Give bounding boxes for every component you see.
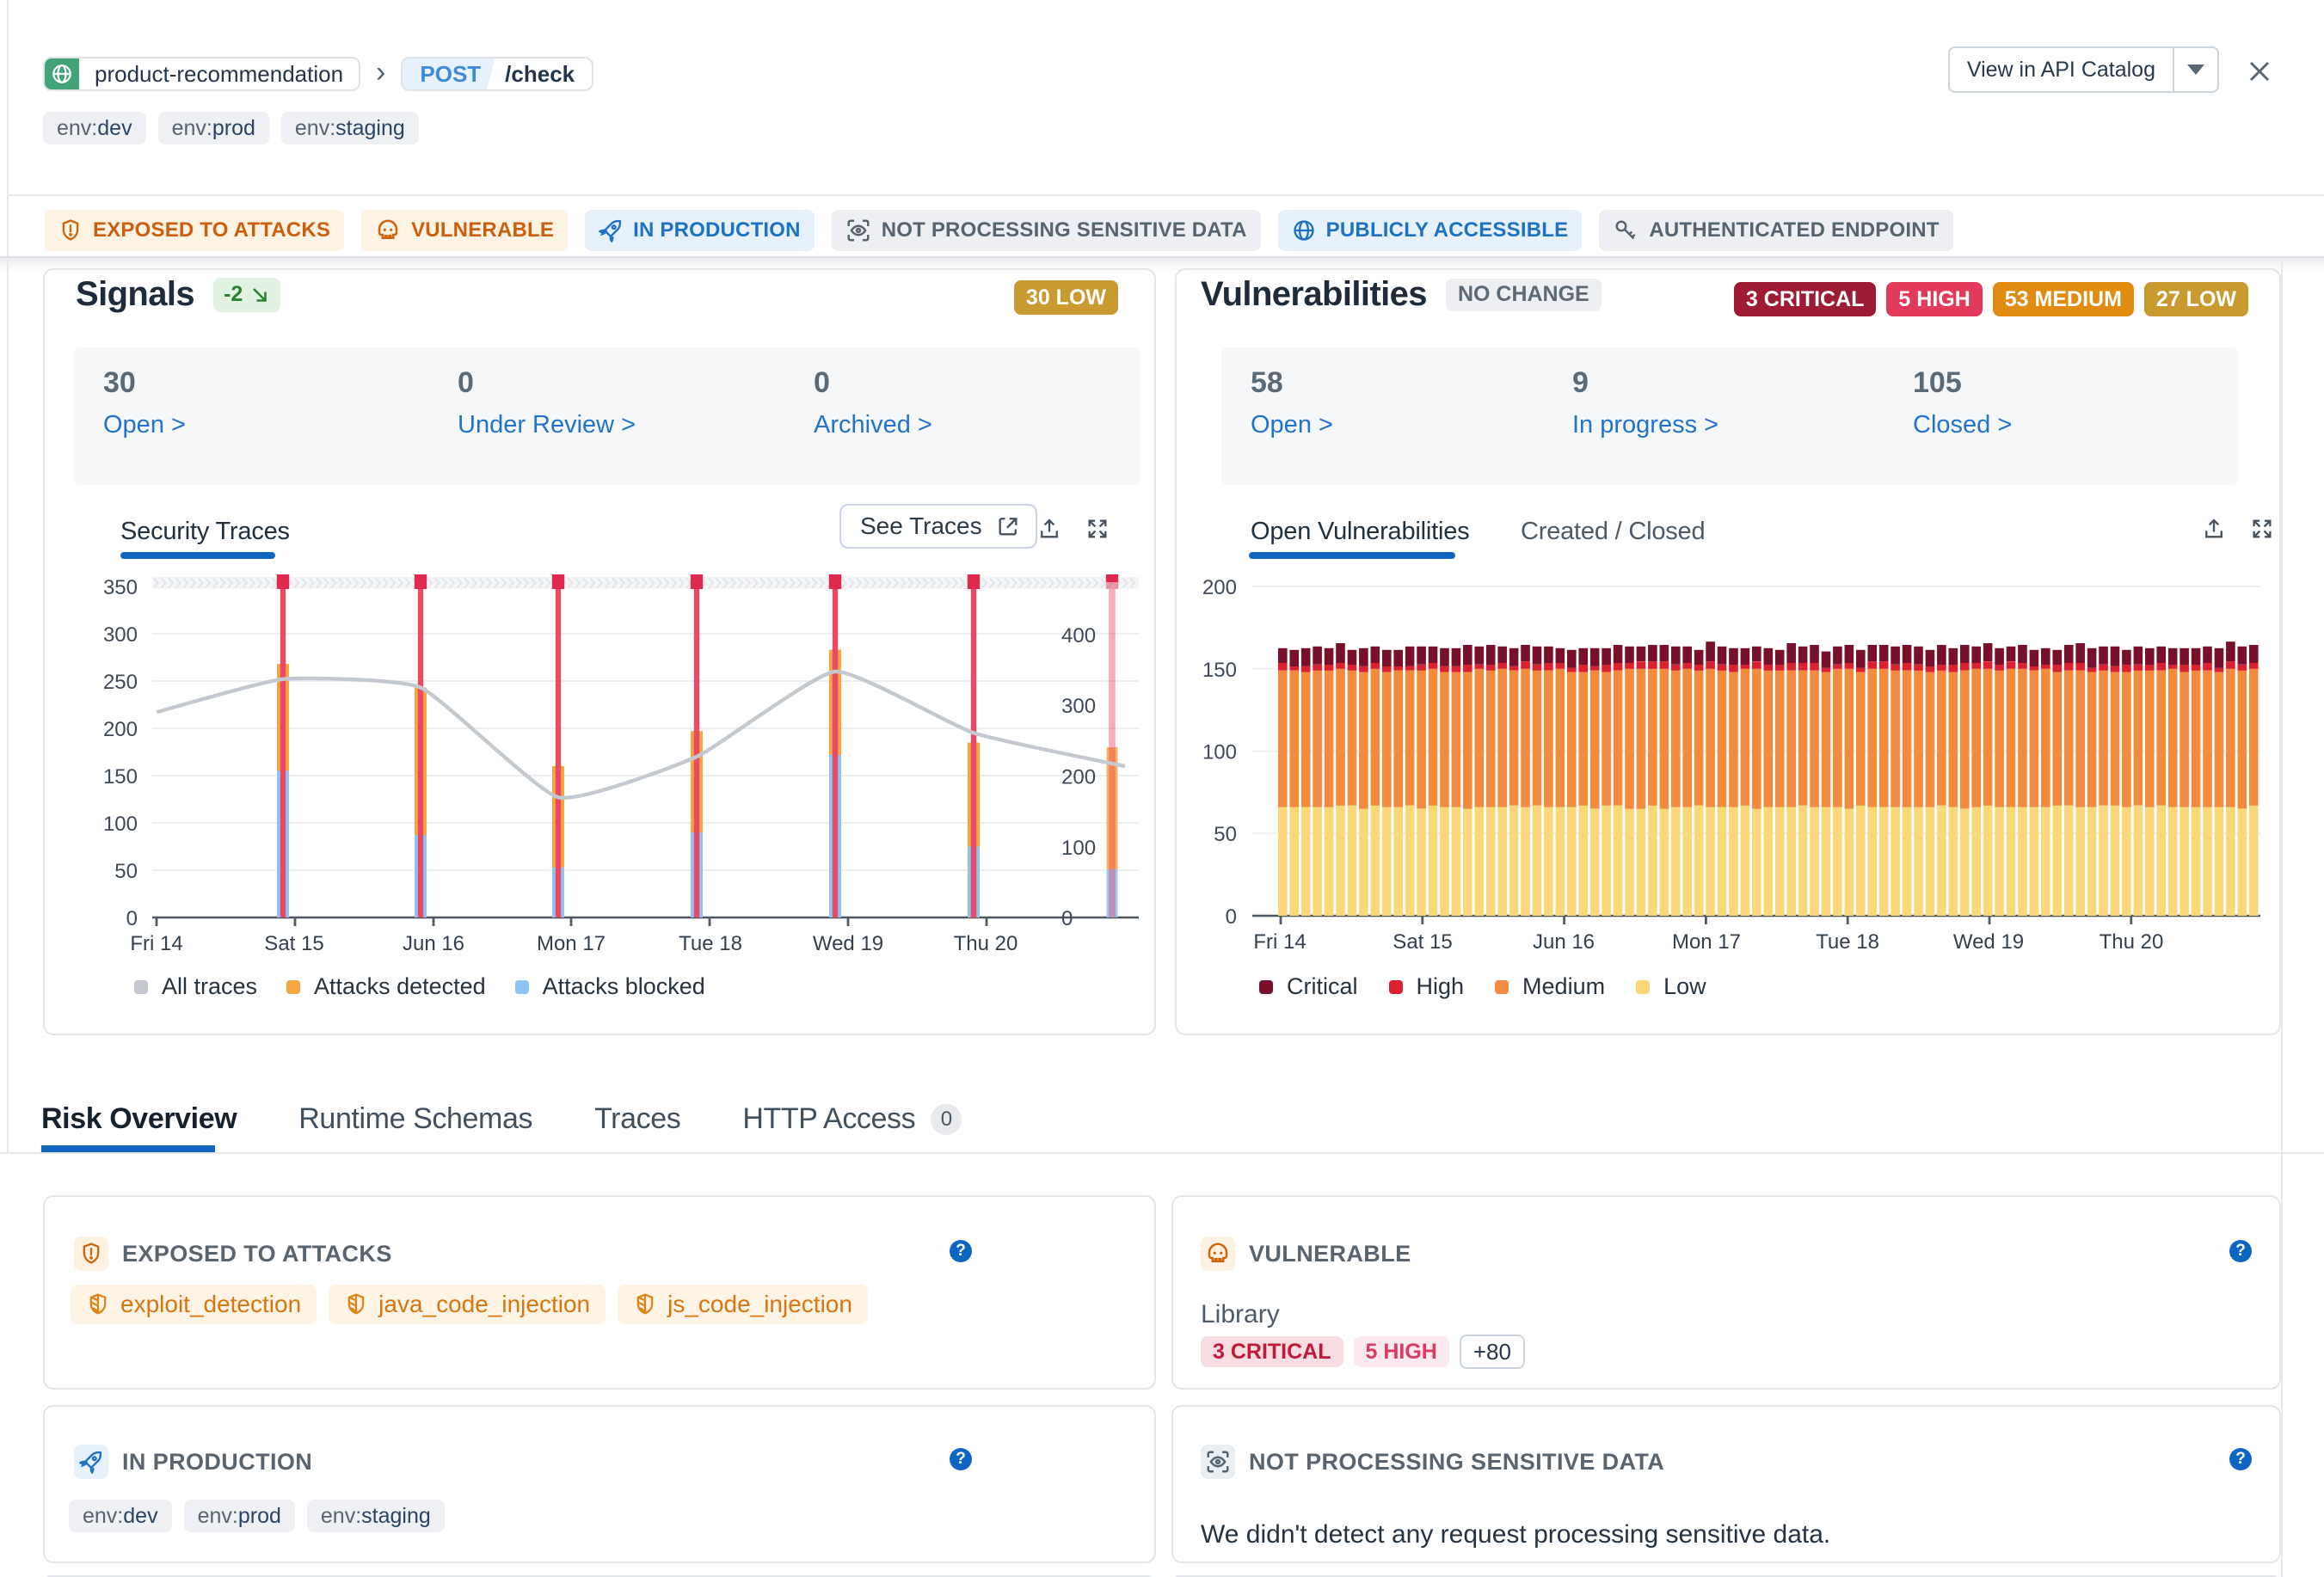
svg-text:100: 100: [1202, 740, 1237, 764]
svg-text:150: 150: [103, 765, 138, 788]
svg-text:100: 100: [103, 813, 138, 836]
svg-text:100: 100: [1061, 837, 1096, 860]
svg-text:50: 50: [1214, 823, 1237, 846]
svg-text:0: 0: [126, 907, 138, 930]
svg-text:350: 350: [103, 576, 138, 599]
svg-text:400: 400: [1061, 624, 1096, 647]
svg-text:150: 150: [1202, 659, 1237, 682]
svg-text:250: 250: [103, 671, 138, 694]
svg-text:200: 200: [1061, 766, 1096, 789]
svg-text:0: 0: [1061, 907, 1073, 930]
svg-text:200: 200: [103, 718, 138, 741]
svg-text:0: 0: [1226, 905, 1237, 929]
svg-text:200: 200: [1202, 576, 1237, 599]
svg-text:300: 300: [1061, 695, 1096, 718]
svg-text:300: 300: [103, 623, 138, 647]
svg-text:50: 50: [114, 860, 138, 883]
